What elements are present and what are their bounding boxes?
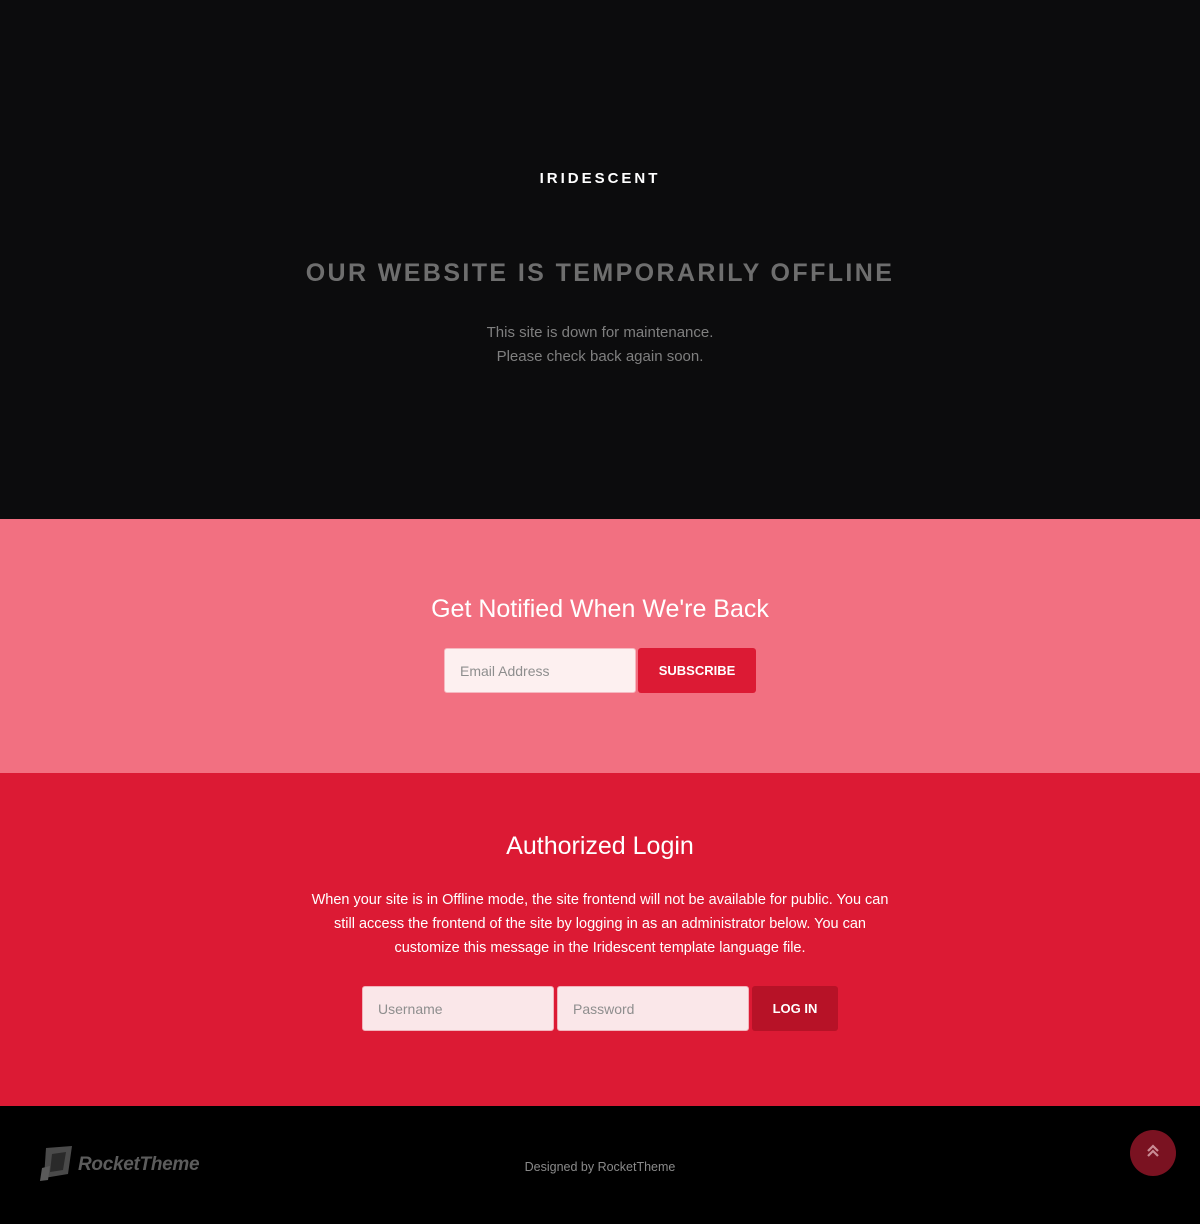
site-brand: IRIDESCENT (539, 170, 661, 187)
double-chevron-up-icon (1145, 1143, 1161, 1164)
offline-headline: OUR WEBSITE IS TEMPORARILY OFFLINE (305, 259, 895, 287)
hero-section: IRIDESCENT OUR WEBSITE IS TEMPORARILY OF… (0, 0, 1200, 519)
footer: RocketTheme Designed by RocketTheme (0, 1106, 1200, 1224)
login-button[interactable]: LOG IN (752, 986, 838, 1031)
message-line-2: Please check back again soon. (496, 348, 704, 365)
login-description: When your site is in Offline mode, the s… (311, 892, 889, 956)
back-to-top-button[interactable] (1130, 1130, 1176, 1176)
password-input[interactable] (557, 986, 749, 1031)
login-title: Authorized Login (506, 832, 694, 860)
email-input[interactable] (444, 648, 636, 693)
login-section: Authorized Login When your site is in Of… (0, 773, 1200, 1106)
username-input[interactable] (362, 986, 554, 1031)
maintenance-message: This site is down for maintenance. Pleas… (0, 321, 1200, 369)
notify-title: Get Notified When We're Back (431, 595, 769, 623)
notify-section: Get Notified When We're Back SUBSCRIBE (0, 519, 1200, 773)
message-line-1: This site is down for maintenance. (486, 324, 714, 341)
designer-credit: Designed by RocketTheme (524, 1160, 676, 1174)
subscribe-button[interactable]: SUBSCRIBE (638, 648, 756, 693)
